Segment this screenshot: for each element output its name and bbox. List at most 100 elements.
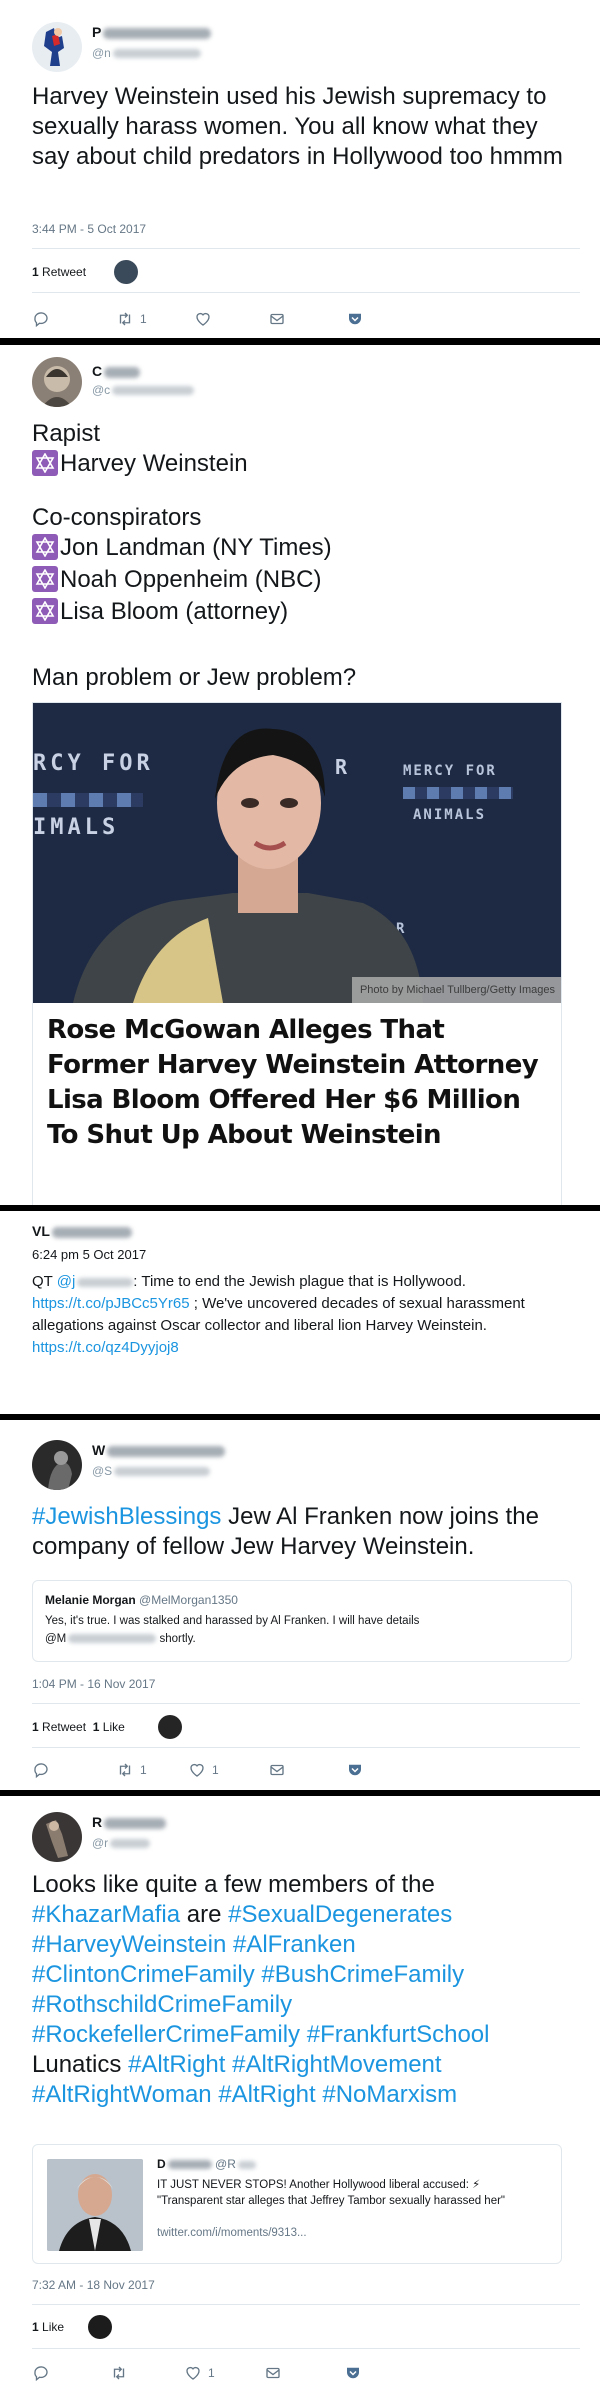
quoted-tweet[interactable]: Melanie Morgan @MelMorgan1350 Yes, it's … xyxy=(32,1580,572,1662)
reply-icon xyxy=(34,1763,48,1779)
hashtag[interactable]: #RothschildCrimeFamily xyxy=(32,1991,292,2018)
card-photo: RCY FOR IMALS R MERCY FOR ANIMALS ERCY F… xyxy=(33,703,561,1003)
save-button[interactable] xyxy=(346,1758,364,1782)
user-handle[interactable]: @n xyxy=(92,46,201,60)
user-handle[interactable]: @c xyxy=(92,383,195,397)
username[interactable]: VL xyxy=(32,1223,132,1239)
tweet-line: Man problem or Jew problem? xyxy=(32,664,357,691)
username[interactable]: P xyxy=(92,24,212,40)
hashtag[interactable]: #AlFranken xyxy=(233,1931,356,1958)
hashtag[interactable]: #HarveyWeinstein xyxy=(32,1931,226,1958)
quoted-text: @M shortly. xyxy=(45,1633,196,1645)
retweeter-avatar[interactable] xyxy=(114,260,138,284)
star-of-david-icon xyxy=(32,450,58,476)
hashtag[interactable]: #AltRightWoman xyxy=(32,2081,212,2108)
tweet-text: Harvey Weinstein used his Jewish suprema… xyxy=(32,83,563,170)
engagement-stats[interactable]: 1 Retweet 1 Like xyxy=(32,1720,125,1734)
engagement-stats[interactable]: 1 Like xyxy=(32,2320,64,2334)
avatar[interactable] xyxy=(32,22,82,72)
retweet-button[interactable]: 1 xyxy=(116,307,147,331)
tweet-line: Noah Oppenheim (NBC) xyxy=(32,565,572,595)
hashtag[interactable]: #BushCrimeFamily xyxy=(261,1961,464,1988)
message-button[interactable] xyxy=(264,2361,282,2385)
tweet-line: Harvey Weinstein xyxy=(32,449,572,479)
tweet-link[interactable]: https://t.co/pJBCc5Yr65 xyxy=(32,1295,190,1312)
avatar[interactable] xyxy=(32,357,82,407)
hashtag[interactable]: #RockefellerCrimeFamily xyxy=(32,2021,300,2048)
link-card[interactable]: RCY FOR IMALS R MERCY FOR ANIMALS ERCY F… xyxy=(32,702,562,1205)
hashtag[interactable]: #FrankfurtSchool xyxy=(307,2021,490,2048)
retweet-button[interactable]: 1 xyxy=(116,1758,147,1782)
tweet-card-2: C @c Rapist Harvey Weinstein Co-conspira… xyxy=(0,345,600,1205)
heart-icon xyxy=(190,1763,204,1777)
tweet-card-5: R @r Looks like quite a few members of t… xyxy=(0,1796,600,2395)
timestamp[interactable]: 6:24 pm 5 Oct 2017 xyxy=(32,1247,146,1262)
reply-button[interactable] xyxy=(32,2361,50,2385)
quoted-text: IT JUST NEVER STOPS! Another Hollywood l… xyxy=(157,2179,481,2191)
like-button[interactable] xyxy=(194,307,212,331)
tweet-line: Rapist xyxy=(32,420,101,447)
save-button[interactable] xyxy=(344,2361,362,2385)
liker-avatar[interactable] xyxy=(158,1715,182,1739)
save-button[interactable] xyxy=(346,307,364,331)
hashtag[interactable]: #SexualDegenerates xyxy=(228,1901,452,1928)
tweet-line: Co-conspirators xyxy=(32,504,202,531)
reply-icon xyxy=(34,312,48,328)
timestamp[interactable]: 1:04 PM - 16 Nov 2017 xyxy=(32,1677,155,1691)
tweet-line: Jon Landman (NY Times) xyxy=(32,533,572,563)
username[interactable]: C xyxy=(92,363,141,379)
quoted-text: Yes, it's true. I was stalked and harass… xyxy=(45,1615,420,1627)
tweet-text: Looks like quite a few members of the #K… xyxy=(32,1871,490,2108)
envelope-icon xyxy=(270,1764,284,1776)
hashtag[interactable]: #ClintonCrimeFamily xyxy=(32,1961,255,1988)
envelope-icon xyxy=(270,313,284,325)
divider xyxy=(32,2348,580,2349)
retweet-button[interactable] xyxy=(110,2361,128,2385)
timestamp[interactable]: 3:44 PM - 5 Oct 2017 xyxy=(32,222,146,236)
quoted-tweet[interactable]: D @R IT JUST NEVER STOPS! Another Hollyw… xyxy=(32,2144,562,2264)
star-of-david-icon xyxy=(32,534,58,560)
portrait-figure xyxy=(73,728,423,1003)
user-handle[interactable]: @r xyxy=(92,1836,151,1850)
hashtag[interactable]: #AltRight xyxy=(128,2051,225,2078)
timestamp[interactable]: 7:32 AM - 18 Nov 2017 xyxy=(32,2278,155,2292)
username[interactable]: W xyxy=(92,1442,226,1458)
tweet-card-3: VL 6:24 pm 5 Oct 2017 QT @j: Time to end… xyxy=(0,1211,600,1414)
reply-button[interactable] xyxy=(32,1758,50,1782)
hashtag[interactable]: #AltRightMovement xyxy=(232,2051,441,2078)
tweet-line: Lisa Bloom (attorney) xyxy=(32,597,572,627)
divider xyxy=(32,1747,580,1748)
retweet-icon xyxy=(119,312,131,326)
liker-avatar[interactable] xyxy=(88,2315,112,2339)
tweet-actions: 1 xyxy=(32,2361,572,2385)
quoted-link[interactable]: twitter.com/i/moments/9313... xyxy=(157,2227,307,2239)
heart-icon xyxy=(196,312,210,326)
tweet-link[interactable]: https://t.co/qz4Dyyjoj8 xyxy=(32,1339,179,1356)
message-button[interactable] xyxy=(268,307,286,331)
retweet-stats[interactable]: 1 Retweet xyxy=(32,265,86,279)
quoted-text: "Transparent star alleges that Jeffrey T… xyxy=(157,2195,506,2207)
card-headline[interactable]: Rose McGowan Alleges That Former Harvey … xyxy=(47,1013,547,1153)
hashtag[interactable]: #NoMarxism xyxy=(322,2081,457,2108)
heart-icon xyxy=(186,2366,200,2380)
user-handle[interactable]: @S xyxy=(92,1464,211,1478)
quoted-author: Melanie Morgan @MelMorgan1350 xyxy=(45,1593,238,1607)
avatar[interactable] xyxy=(32,1440,82,1490)
tweet-text: #JewishBlessings Jew Al Franken now join… xyxy=(32,1503,539,1560)
hashtag[interactable]: #AltRight xyxy=(218,2081,315,2108)
mention[interactable]: @j xyxy=(57,1273,76,1290)
message-button[interactable] xyxy=(268,1758,286,1782)
avatar[interactable] xyxy=(32,1812,82,1862)
retweet-icon xyxy=(113,2366,125,2380)
retweet-icon xyxy=(119,1763,131,1777)
username[interactable]: R xyxy=(92,1814,167,1830)
like-button[interactable]: 1 xyxy=(184,2361,215,2385)
hashtag[interactable]: #JewishBlessings xyxy=(32,1503,221,1530)
pocket-icon xyxy=(347,2367,359,2379)
pocket-icon xyxy=(349,1764,361,1776)
like-button[interactable]: 1 xyxy=(188,1758,219,1782)
divider xyxy=(32,248,580,249)
reply-button[interactable] xyxy=(32,307,50,331)
hashtag[interactable]: #KhazarMafia xyxy=(32,1901,180,1928)
divider xyxy=(32,292,580,293)
